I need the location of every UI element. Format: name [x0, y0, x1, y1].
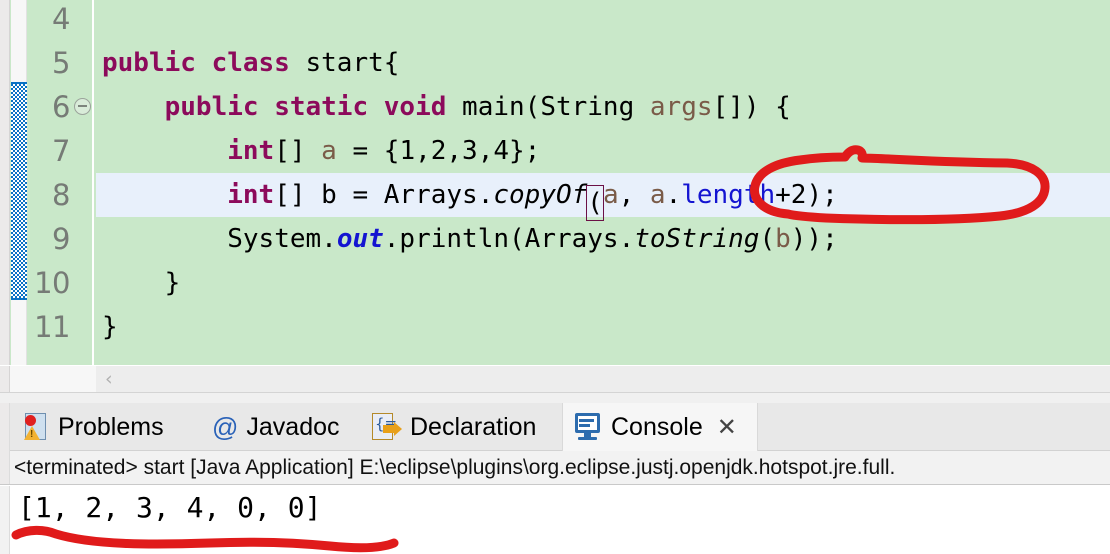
code-token: } — [102, 312, 118, 342]
code-line[interactable]: int[] a = {1,2,3,4}; — [102, 129, 1110, 173]
code-token: int — [227, 180, 275, 210]
code-token: args — [649, 92, 713, 122]
tab-label: Declaration — [410, 413, 537, 441]
tab-javadoc[interactable]: @ Javadoc — [202, 403, 362, 451]
code-token: ( — [586, 185, 604, 221]
code-token: a — [649, 180, 666, 210]
code-line[interactable]: public class start{ — [102, 41, 1110, 85]
editor-left-frame — [0, 0, 10, 365]
line-number: 8 — [52, 178, 70, 212]
editor-annotation-ruler[interactable] — [11, 0, 27, 365]
console-output-text: [1, 2, 3, 4, 0, 0] — [18, 491, 322, 524]
scroll-left-chevron-icon[interactable]: ‹ — [105, 370, 113, 389]
code-token: )); — [790, 224, 838, 254]
code-token: start{ — [305, 48, 400, 78]
code-token: int — [227, 136, 275, 166]
line-number: 9 — [52, 222, 70, 256]
code-token: length — [681, 180, 776, 210]
code-line[interactable]: System.out.println(Arrays.toString(b)); — [102, 217, 1110, 261]
code-token: .println(Arrays. — [383, 224, 635, 254]
eclipse-ide-window: 4 5 6 7 8 9 10 11 public class start{ public st… — [0, 0, 1110, 554]
line-number: 6 — [52, 90, 70, 124]
line-number: 11 — [34, 310, 70, 344]
code-token: copyOf — [493, 180, 588, 210]
close-icon[interactable]: ✕ — [717, 415, 737, 439]
scrollbar-left-pad — [0, 366, 96, 392]
line-number: 4 — [52, 2, 70, 36]
code-token: out — [336, 224, 384, 254]
console-left-edge — [0, 486, 10, 554]
code-token: +2); — [775, 180, 838, 210]
scrollbar-frame-edge — [0, 366, 10, 392]
code-token: a — [321, 136, 337, 166]
code-line[interactable]: public static void main(String args[]) { — [102, 85, 1110, 129]
console-process-status-line: <terminated> start [Java Application] E:… — [0, 451, 1110, 485]
code-line[interactable]: } — [102, 261, 1110, 305]
line-number: 10 — [34, 266, 70, 300]
terminated-process-label: <terminated> start [Java Application] E:… — [14, 456, 896, 479]
code-line[interactable] — [102, 0, 1110, 41]
code-token: System. — [227, 224, 337, 254]
code-text-area[interactable]: public class start{ public static void m… — [96, 0, 1110, 365]
tab-label: Javadoc — [246, 413, 340, 441]
view-tab-bar: Problems @Javadoc {≡ Declaration Console ✕ — [0, 403, 1110, 451]
line-number: 7 — [52, 134, 70, 168]
code-line[interactable]: } — [102, 305, 1110, 349]
code-token: . — [665, 180, 682, 210]
fold-collapse-icon[interactable] — [74, 98, 91, 115]
code-token: = {1,2,3,4}; — [336, 136, 541, 166]
code-token: a — [602, 180, 619, 210]
code-token: } — [102, 268, 181, 298]
bottom-view-stack: Problems @Javadoc {≡ Declaration Console ✕ <t… — [0, 403, 1110, 554]
tab-label: Problems — [58, 413, 164, 441]
code-token: [] — [274, 136, 322, 166]
at-sign-icon: @ — [212, 412, 239, 442]
code-token: b — [775, 224, 791, 254]
tabbar-left-edge — [0, 403, 10, 451]
console-icon — [573, 413, 603, 441]
change-bar-marker — [11, 82, 27, 300]
java-editor[interactable]: 4 5 6 7 8 9 10 11 public class start{ public st… — [0, 0, 1110, 365]
code-line-highlighted[interactable]: int[] b = Arrays.copyOf(a, a.length+2); — [96, 173, 1110, 221]
status-left-edge — [0, 451, 10, 484]
code-token: []) { — [712, 92, 791, 122]
code-token: , — [618, 180, 650, 210]
line-number: 5 — [52, 46, 70, 80]
code-token: [] b = Arrays. — [274, 180, 494, 210]
problems-icon — [22, 412, 50, 442]
code-token: ( — [759, 224, 776, 254]
tab-console[interactable]: Console ✕ — [562, 403, 758, 451]
line-number-ruler: 4 5 6 7 8 9 10 11 — [28, 0, 94, 365]
tab-problems[interactable]: Problems — [12, 403, 202, 451]
editor-horizontal-scrollbar[interactable]: ‹ — [0, 365, 1110, 392]
tab-label: Console — [611, 413, 703, 441]
console-output-area[interactable]: [1, 2, 3, 4, 0, 0] — [0, 486, 1110, 554]
code-token: public class — [102, 48, 306, 78]
editor-console-sash[interactable] — [0, 392, 1110, 403]
declaration-icon: {≡ — [372, 412, 402, 442]
code-token: toString — [634, 224, 760, 254]
code-token: public static void — [164, 92, 463, 122]
code-token: main(String — [462, 92, 650, 122]
tab-declaration[interactable]: {≡ Declaration — [362, 403, 562, 451]
